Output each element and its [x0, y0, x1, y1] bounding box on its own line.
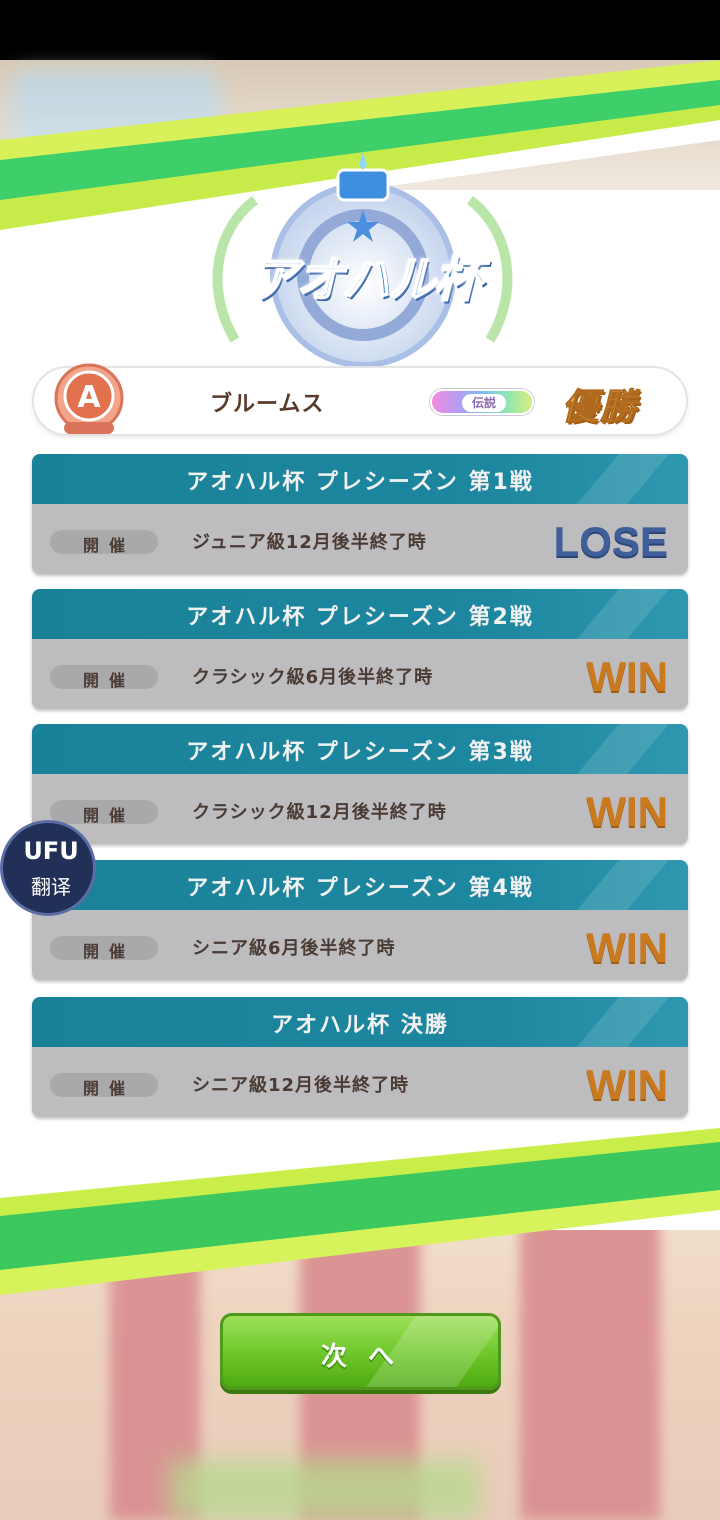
tier-badge: 伝説 — [430, 389, 534, 415]
rank-badge-icon: A — [50, 362, 128, 440]
race-card: アオハル杯 プレシーズン 第1戦 開催 ジュニア級12月後半終了時 LOSE — [32, 454, 688, 574]
held-badge: 開催 — [50, 800, 158, 825]
race-card-header: アオハル杯 決勝 — [32, 997, 688, 1047]
held-badge: 開催 — [50, 1073, 158, 1098]
event-logo-title: アオハル杯 — [249, 251, 483, 309]
translate-logo-icon: UFU — [23, 837, 79, 865]
held-badge: 開催 — [50, 665, 158, 690]
race-timing: ジュニア級12月後半終了時 — [192, 532, 427, 553]
status-bar — [0, 0, 720, 60]
rank-letter: A — [77, 380, 101, 415]
race-card: アオハル杯 プレシーズン 第3戦 開催 クラシック級12月後半終了時 WIN — [32, 724, 688, 844]
background-blob — [170, 1460, 480, 1520]
championship-result: 優勝 — [562, 386, 639, 429]
race-title: アオハル杯 プレシーズン 第1戦 — [186, 470, 534, 495]
race-result: WIN — [586, 653, 668, 700]
race-result: WIN — [586, 1061, 668, 1108]
held-badge: 開催 — [50, 530, 158, 555]
tier-badge-label: 伝説 — [462, 394, 506, 412]
translate-label: 翻译 — [31, 875, 71, 899]
race-card: アオハル杯 プレシーズン 第2戦 開催 クラシック級6月後半終了時 WIN — [32, 589, 688, 709]
race-timing: シニア級6月後半終了時 — [192, 938, 396, 959]
held-label: 開催 — [82, 942, 135, 961]
held-label: 開催 — [82, 806, 135, 825]
race-card: アオハル杯 決勝 開催 シニア級12月後半終了時 WIN — [32, 997, 688, 1117]
race-card-header: アオハル杯 プレシーズン 第4戦 — [32, 860, 688, 910]
race-card: アオハル杯 プレシーズン 第4戦 開催 シニア級6月後半終了時 WIN — [32, 860, 688, 980]
race-timing: クラシック級6月後半終了時 — [192, 667, 434, 688]
race-result: WIN — [586, 788, 668, 835]
race-title: アオハル杯 プレシーズン 第3戦 — [186, 740, 534, 765]
race-title: アオハル杯 プレシーズン 第2戦 — [186, 605, 534, 630]
race-card-header: アオハル杯 プレシーズン 第1戦 — [32, 454, 688, 504]
race-result: WIN — [586, 924, 668, 971]
race-title: アオハル杯 決勝 — [271, 1013, 449, 1038]
race-timing: シニア級12月後半終了時 — [192, 1075, 410, 1096]
held-label: 開催 — [82, 536, 135, 555]
held-badge: 開催 — [50, 936, 158, 961]
bottom-decorative-stripe — [0, 1120, 720, 1310]
race-title: アオハル杯 プレシーズン 第4戦 — [186, 876, 534, 901]
next-button-label: 次 へ — [320, 1342, 401, 1372]
race-timing: クラシック級12月後半終了時 — [192, 802, 447, 823]
held-label: 開催 — [82, 671, 135, 690]
team-name: ブルームス — [210, 392, 325, 417]
held-label: 開催 — [82, 1079, 135, 1098]
translate-floating-button[interactable]: UFU 翻译 — [0, 820, 96, 916]
race-card-header: アオハル杯 プレシーズン 第3戦 — [32, 724, 688, 774]
race-result: LOSE — [553, 518, 668, 565]
next-button[interactable]: 次 へ — [220, 1313, 501, 1390]
race-card-header: アオハル杯 プレシーズン 第2戦 — [32, 589, 688, 639]
